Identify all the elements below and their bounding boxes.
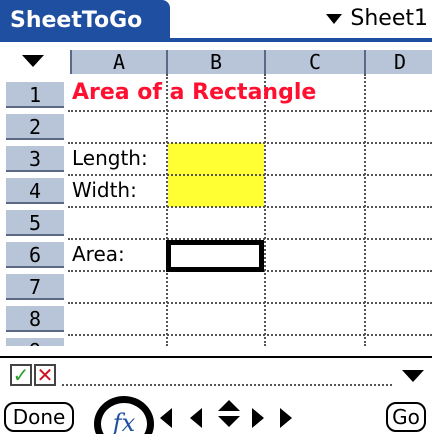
formula-entry-line[interactable] [62,384,392,386]
row-header-6[interactable]: 6 [6,242,64,268]
bottom-toolbar: ✓ ✕ Done fx Go [0,356,432,434]
row-header-9[interactable]: 9 [6,338,64,346]
row-header-8[interactable]: 8 [6,306,64,332]
nav-right-icon[interactable] [280,408,292,428]
done-button[interactable]: Done [4,402,74,432]
go-button[interactable]: Go [386,402,426,432]
column-header-d[interactable]: D [364,50,432,74]
nav-down-icon[interactable] [218,416,240,427]
grid-line [68,142,432,144]
select-all-corner[interactable] [0,46,68,74]
selected-cell-b6[interactable] [166,240,264,272]
cell-a4[interactable]: Width: [72,177,137,203]
row-header-4[interactable]: 4 [6,178,64,204]
dropdown-arrow-icon [326,14,343,24]
row-header-7[interactable]: 7 [6,274,64,300]
column-header-a[interactable]: A [70,50,166,74]
row-header-3[interactable]: 3 [6,146,64,172]
sheet-selector[interactable]: Sheet1 [326,0,428,38]
cross-icon[interactable]: ✕ [34,364,56,386]
grid-line [68,174,432,176]
grid-line [68,334,432,336]
corner-menu-icon [22,55,44,67]
nav-up-icon[interactable] [218,400,240,411]
sheet-selector-label: Sheet1 [350,6,428,31]
column-header-b[interactable]: B [166,50,264,74]
app-title[interactable]: SheetToGo [0,0,170,42]
grid-line [166,74,168,346]
spreadsheet-grid[interactable]: A B C D 1 2 3 4 5 6 7 8 9 Area of a Rect… [0,46,432,346]
grid-line [68,110,432,112]
column-header-c[interactable]: C [264,50,364,74]
row-header-2[interactable]: 2 [6,114,64,140]
cell-a3[interactable]: Length: [72,145,148,171]
grid-line [68,302,432,304]
cell-a6[interactable]: Area: [72,241,125,267]
row-header-1[interactable]: 1 [6,82,64,108]
grid-line [364,74,366,346]
check-icon[interactable]: ✓ [10,364,32,386]
grid-line [68,206,432,208]
cell-a1[interactable]: Area of a Rectangle [72,80,316,106]
function-button[interactable]: fx [94,396,154,434]
grid-line [264,74,266,346]
row-header-5[interactable]: 5 [6,210,64,236]
title-bar: SheetToGo Sheet1 [0,0,432,42]
nav-left-icon[interactable] [190,408,202,428]
nav-right-icon[interactable] [252,408,264,428]
nav-left-icon[interactable] [160,408,172,428]
entry-dropdown-icon[interactable] [402,370,424,382]
